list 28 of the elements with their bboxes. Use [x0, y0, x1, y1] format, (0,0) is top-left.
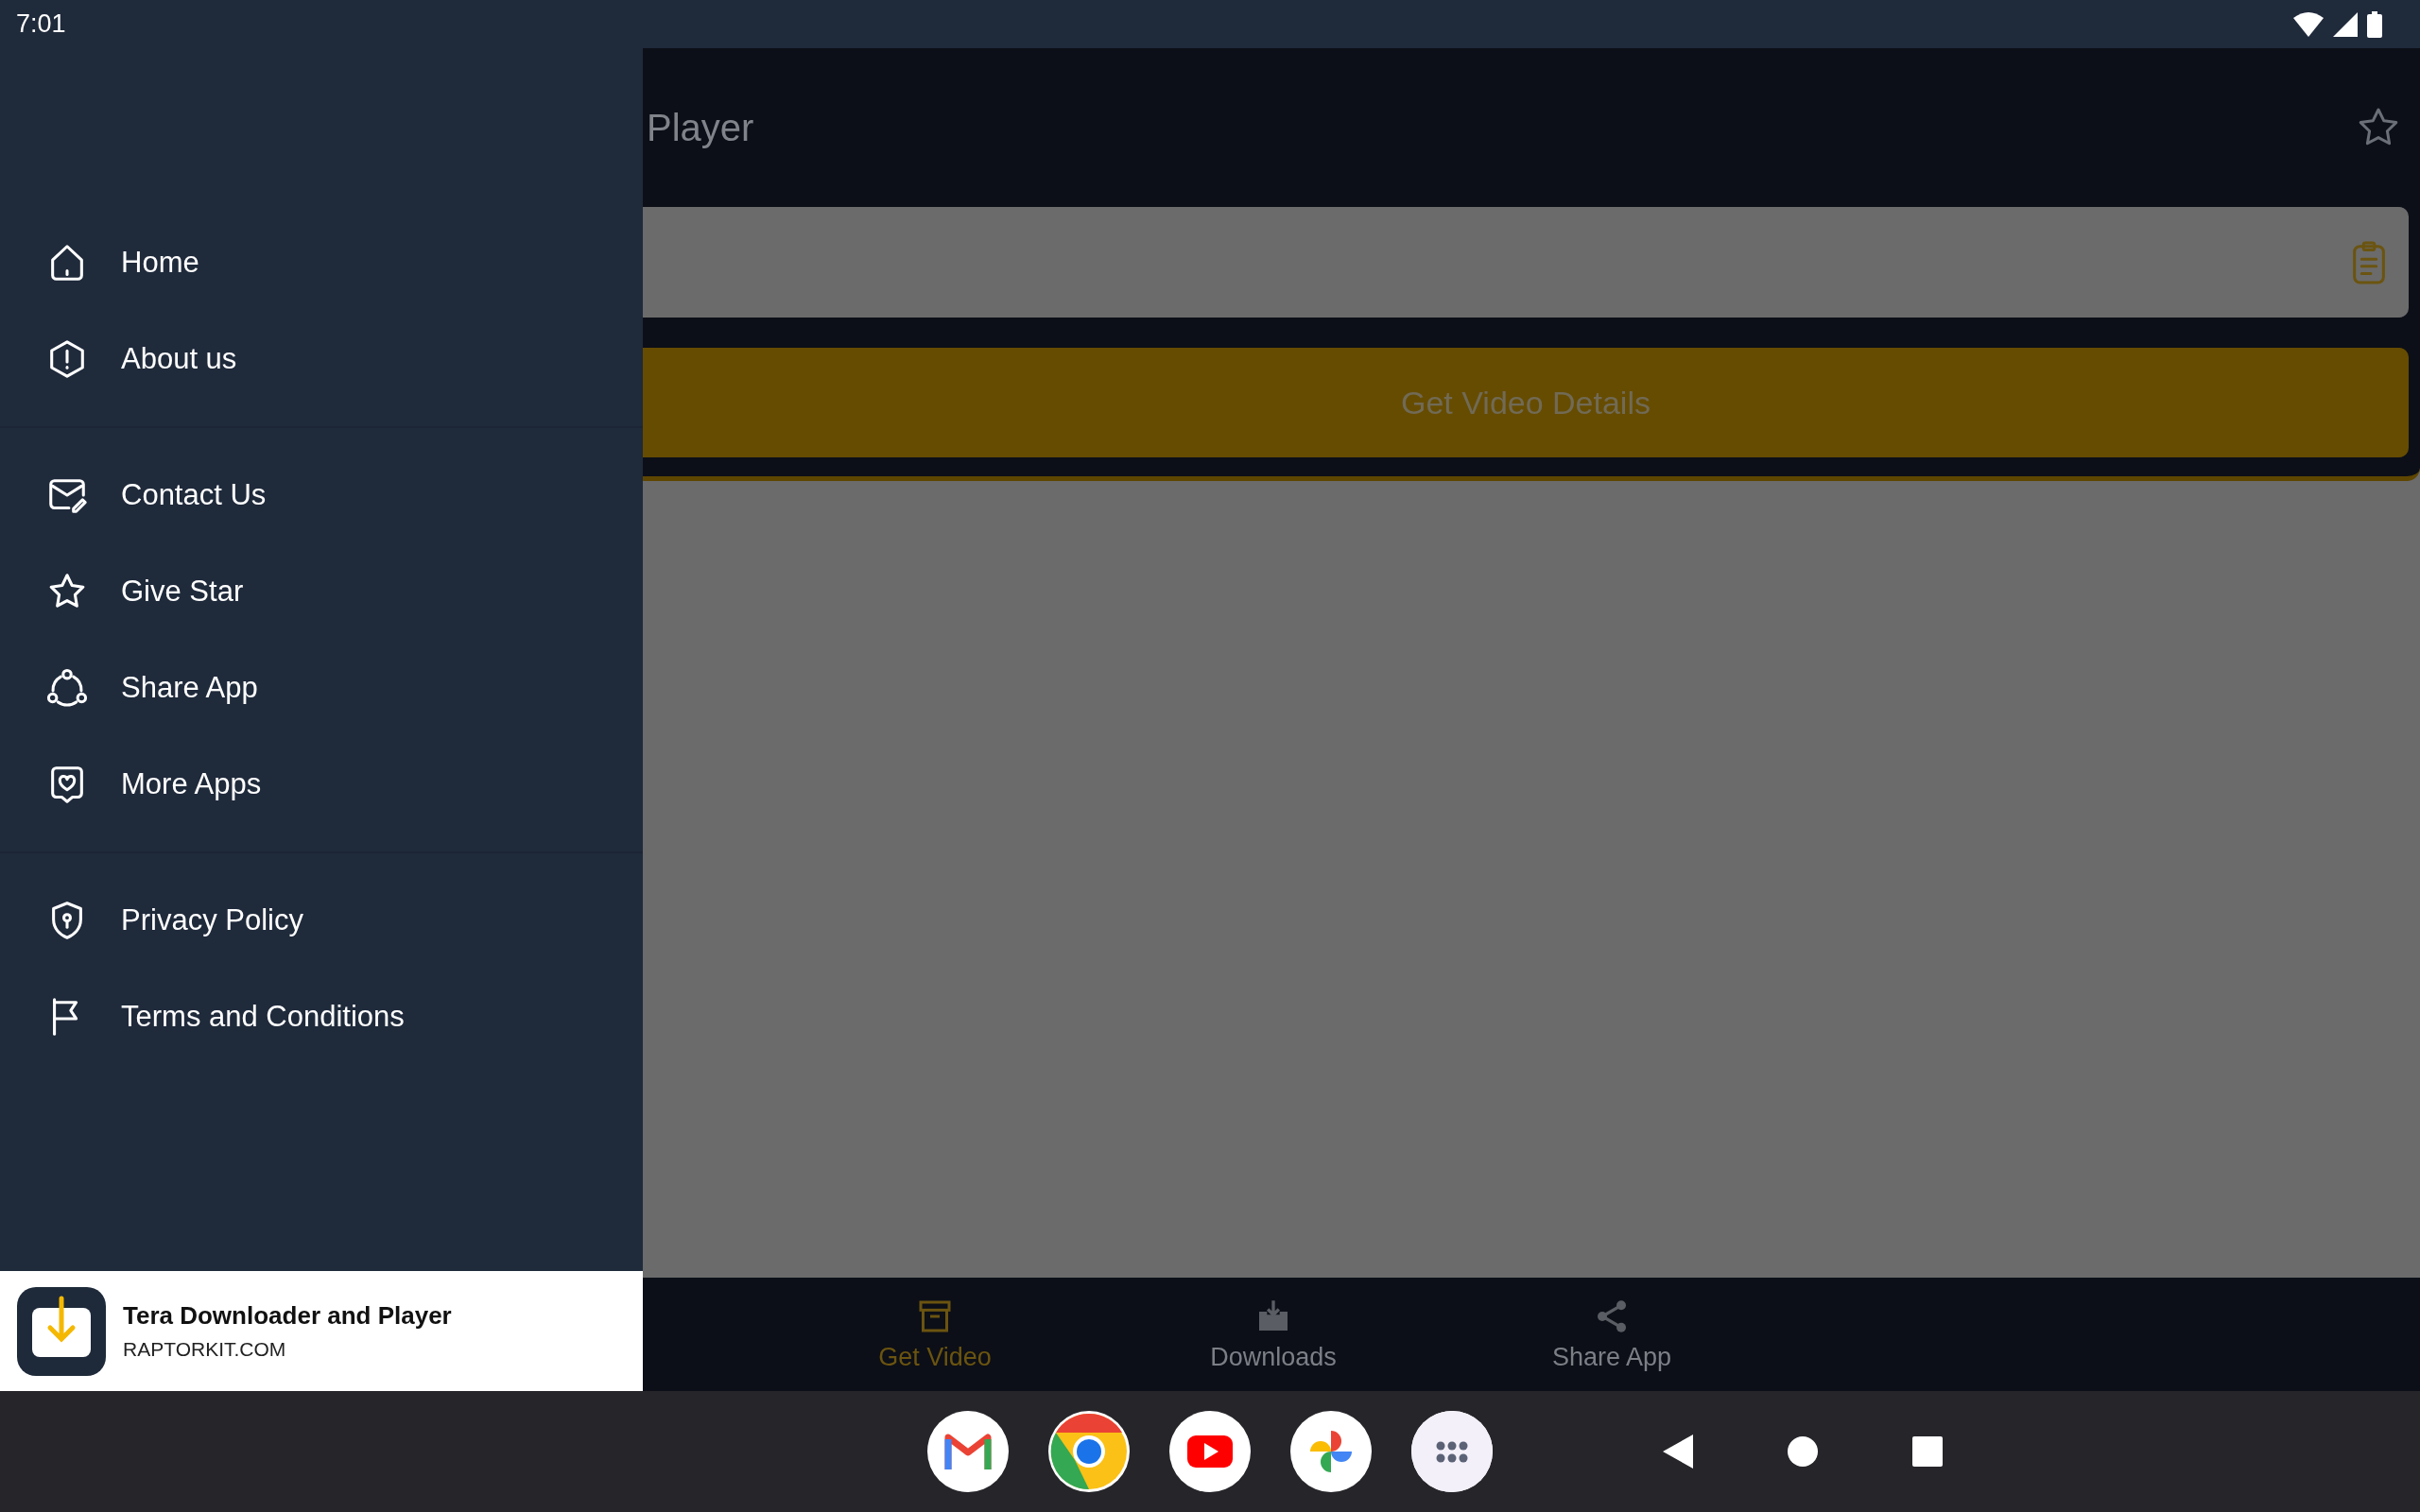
link-input-field[interactable] — [643, 207, 2409, 318]
ad-title: Tera Downloader and Player — [123, 1301, 452, 1331]
drawer-item[interactable]: About us — [0, 311, 643, 407]
drawer-item[interactable]: Contact Us — [0, 447, 643, 543]
drawer-item[interactable]: Home — [0, 215, 643, 311]
pinwheel-icon[interactable] — [1290, 1411, 1372, 1492]
status-time: 7:01 — [16, 9, 66, 39]
drawer-item[interactable]: Share App — [0, 640, 643, 736]
bottom-nav-tab[interactable]: Downloads — [1104, 1278, 1443, 1391]
drawer-item[interactable]: More Apps — [0, 736, 643, 833]
ad-url: RAPTORKIT.COM — [123, 1338, 287, 1361]
browser-icon[interactable] — [1048, 1411, 1130, 1492]
home-button-icon[interactable] — [1788, 1436, 1818, 1467]
play-icon[interactable] — [1169, 1411, 1251, 1492]
app-logo-icon — [17, 1286, 106, 1376]
signal-icon — [2333, 11, 2358, 37]
drawer-item[interactable]: Give Star — [0, 543, 643, 640]
mail-icon[interactable] — [927, 1411, 1009, 1492]
drawer-item[interactable]: Privacy Policy — [0, 872, 643, 969]
share-circles-icon — [45, 666, 89, 710]
drawer-item[interactable]: Terms and Conditions — [0, 969, 643, 1065]
back-icon[interactable] — [1663, 1435, 1693, 1469]
battery-icon — [2367, 10, 2382, 38]
clipboard-icon[interactable] — [2350, 240, 2388, 284]
app-title: Player — [647, 106, 754, 149]
wifi-icon — [2293, 11, 2324, 37]
ad-banner[interactable]: Tera Downloader and Player RAPTORKIT.COM — [0, 1271, 643, 1391]
bottom-nav-tab[interactable]: Share App — [1443, 1278, 1781, 1391]
